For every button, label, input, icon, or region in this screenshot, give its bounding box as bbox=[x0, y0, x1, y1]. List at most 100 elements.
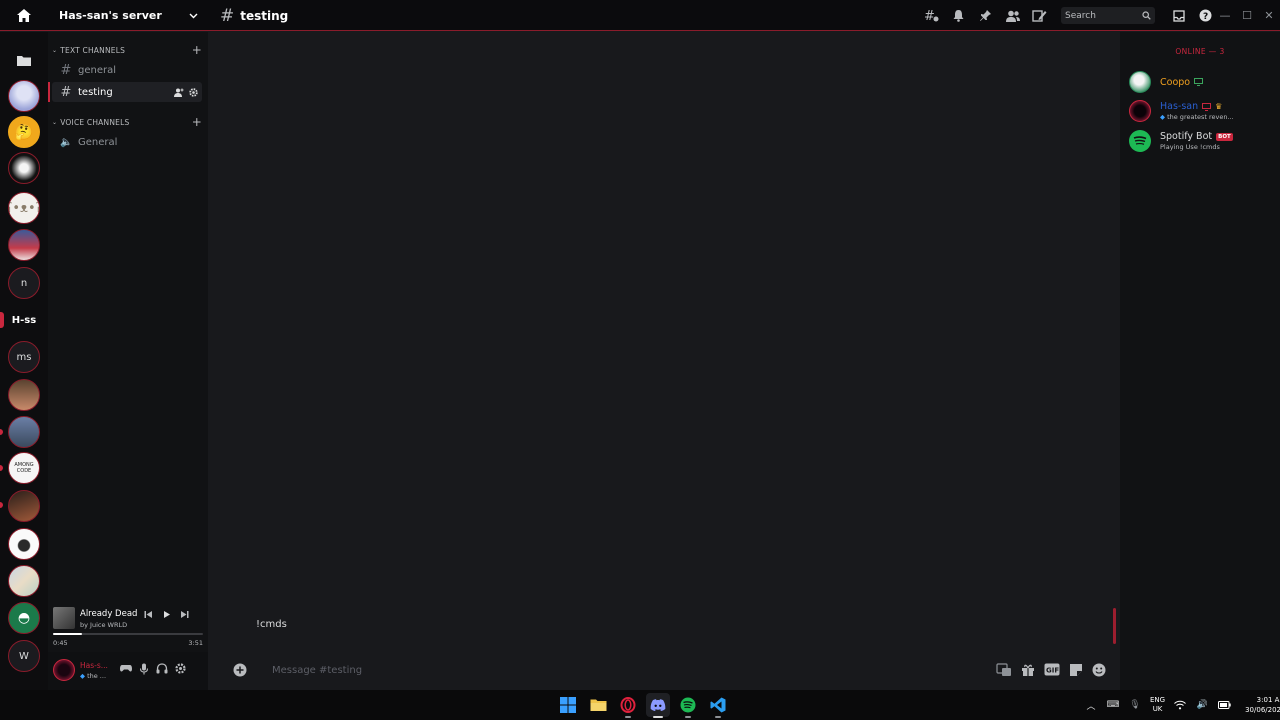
add-voice-channel-button[interactable]: + bbox=[192, 115, 202, 129]
search-input[interactable] bbox=[1065, 10, 1135, 21]
system-clock[interactable]: 3:01 AM 30/06/2022 bbox=[1245, 695, 1280, 715]
microphone-icon[interactable] bbox=[139, 663, 149, 675]
invite-icon[interactable] bbox=[174, 88, 184, 97]
bell-icon bbox=[953, 10, 964, 22]
keyboard-icon[interactable]: ⌨ bbox=[1106, 698, 1120, 712]
server-header[interactable]: Has-san's server bbox=[48, 0, 208, 31]
svg-text:#: # bbox=[924, 9, 935, 23]
gift-icon[interactable] bbox=[1021, 663, 1035, 677]
headphones-icon[interactable] bbox=[156, 663, 168, 674]
message-input[interactable] bbox=[272, 664, 772, 676]
controller-icon: ◓ bbox=[17, 610, 31, 626]
member-coopo[interactable]: Coopo bbox=[1129, 69, 1279, 95]
server-pastel[interactable] bbox=[8, 565, 40, 597]
gear-icon[interactable] bbox=[189, 87, 198, 97]
member-has-san[interactable]: Has-san ♛ ◆ the greatest reven... bbox=[1129, 98, 1279, 124]
microphone-icon[interactable]: 🎙 bbox=[1128, 698, 1142, 712]
server-person[interactable] bbox=[8, 229, 40, 261]
server-has-san[interactable]: H-ss bbox=[8, 304, 40, 336]
member-list-button[interactable] bbox=[1003, 6, 1022, 25]
header-toolbar: # ? bbox=[922, 0, 1215, 31]
next-track-icon[interactable] bbox=[180, 610, 189, 619]
voice-channel-general[interactable]: 🔈 General bbox=[52, 132, 202, 152]
gamepad-icon[interactable] bbox=[120, 663, 132, 673]
server-w[interactable]: W bbox=[8, 640, 40, 672]
start-button[interactable] bbox=[556, 693, 580, 717]
gif-icon[interactable]: GIF bbox=[1044, 663, 1060, 676]
server-among-code[interactable]: AMONG CODE bbox=[8, 452, 40, 484]
server-folder[interactable] bbox=[8, 44, 40, 76]
crown-icon: ♛ bbox=[1215, 102, 1223, 111]
category-text-channels[interactable]: ⌄ TEXT CHANNELS + bbox=[52, 43, 202, 57]
search-icon bbox=[1142, 11, 1151, 20]
pin-icon bbox=[980, 10, 991, 21]
active-server-indicator bbox=[0, 312, 4, 328]
chevron-up-icon[interactable]: ︿ bbox=[1084, 698, 1098, 712]
search-box[interactable] bbox=[1061, 7, 1155, 24]
minimize-button[interactable]: — bbox=[1214, 0, 1236, 31]
edit-icon bbox=[1032, 9, 1047, 22]
now-playing-panel: Already Dead by Juice WRLD 0:45 3:51 bbox=[48, 604, 208, 652]
minimize-icon: — bbox=[1219, 9, 1231, 22]
edit-notes-button[interactable] bbox=[1030, 6, 1049, 25]
server-art[interactable] bbox=[8, 490, 40, 522]
notifications-button[interactable] bbox=[949, 6, 968, 25]
add-attachment-button[interactable] bbox=[228, 658, 252, 682]
server-ms[interactable]: ms bbox=[8, 341, 40, 373]
channel-title: testing bbox=[240, 8, 289, 23]
maximize-button[interactable]: ☐ bbox=[1236, 0, 1258, 31]
pinned-button[interactable] bbox=[976, 6, 995, 25]
server-sonic[interactable] bbox=[8, 416, 40, 448]
play-icon[interactable] bbox=[162, 610, 171, 619]
server-emblem[interactable] bbox=[8, 152, 40, 184]
member-spotify-bot[interactable]: Spotify Bot BOT Playing Use !cmds bbox=[1129, 128, 1279, 154]
avatar[interactable] bbox=[53, 659, 75, 681]
channel-general[interactable]: # general bbox=[52, 60, 202, 80]
category-voice-channels[interactable]: ⌄ VOICE CHANNELS + bbox=[52, 115, 202, 129]
server-figure[interactable] bbox=[8, 528, 40, 560]
file-explorer-button[interactable] bbox=[586, 693, 610, 717]
hash-icon: # bbox=[60, 84, 72, 100]
wifi-icon[interactable] bbox=[1173, 698, 1187, 712]
battery-icon[interactable] bbox=[1217, 698, 1231, 712]
sticker-icon[interactable] bbox=[1069, 663, 1083, 677]
playback-controls bbox=[144, 610, 189, 619]
volume-icon[interactable]: 🔊 bbox=[1195, 698, 1209, 712]
emoji-icon[interactable] bbox=[1092, 663, 1106, 677]
add-text-channel-button[interactable]: + bbox=[192, 43, 202, 57]
translate-icon[interactable] bbox=[996, 663, 1012, 677]
server-playstation[interactable]: ◓ bbox=[8, 602, 40, 634]
chat-scrollbar[interactable] bbox=[1113, 608, 1116, 644]
vscode-button[interactable] bbox=[706, 693, 730, 718]
close-button[interactable]: ✕ bbox=[1258, 0, 1280, 31]
opera-button[interactable] bbox=[616, 693, 640, 718]
folder-icon bbox=[17, 55, 31, 66]
svg-text:?: ? bbox=[1203, 12, 1208, 22]
members-header: ONLINE — 3 bbox=[1175, 47, 1225, 56]
user-controls bbox=[120, 663, 186, 675]
track-progress-bar[interactable] bbox=[53, 633, 203, 635]
inbox-button[interactable] bbox=[1169, 6, 1188, 25]
channel-testing[interactable]: # testing bbox=[48, 82, 202, 102]
threads-icon: # bbox=[924, 9, 939, 23]
member-name: Coopo bbox=[1160, 76, 1191, 88]
server-n[interactable]: n bbox=[8, 267, 40, 299]
server-anime-girl[interactable] bbox=[8, 80, 40, 112]
server-thinking[interactable]: 🤔 bbox=[8, 116, 40, 148]
threads-button[interactable]: # bbox=[922, 6, 941, 25]
home-icon bbox=[17, 8, 31, 22]
composer-tools: GIF bbox=[996, 663, 1110, 677]
avatar bbox=[1129, 100, 1151, 122]
server-glasses[interactable] bbox=[8, 379, 40, 411]
spotify-button[interactable] bbox=[676, 693, 700, 718]
server-bear[interactable]: ʕ•ᴥ•ʔ bbox=[8, 192, 40, 224]
previous-track-icon[interactable] bbox=[144, 610, 153, 619]
settings-gear-icon[interactable] bbox=[175, 663, 186, 674]
discord-button[interactable] bbox=[646, 693, 670, 718]
input-language[interactable]: ENG UK bbox=[1150, 696, 1165, 714]
home-button[interactable] bbox=[0, 0, 48, 31]
speaker-icon: 🔈 bbox=[60, 136, 73, 148]
title-bar: Has-san's server # testing # Search ? — … bbox=[0, 0, 1280, 31]
diamond-icon: ◆ bbox=[1160, 113, 1165, 121]
help-button[interactable]: ? bbox=[1196, 6, 1215, 25]
